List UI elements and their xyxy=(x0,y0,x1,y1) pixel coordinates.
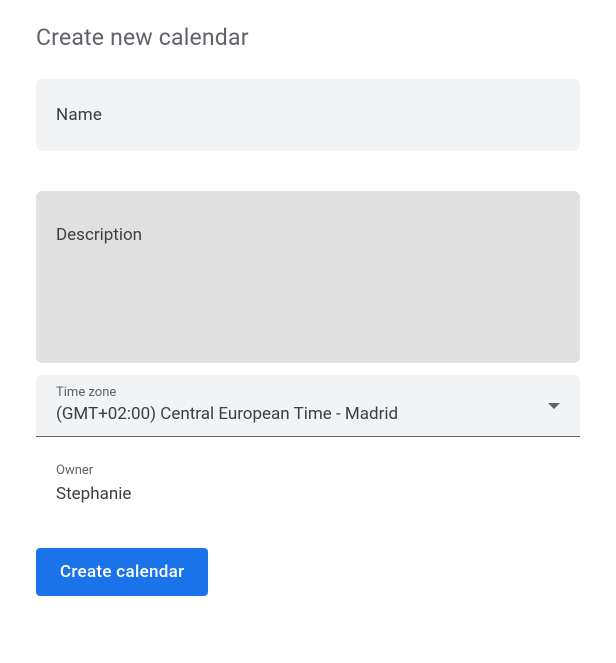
owner-section: Owner Stephanie xyxy=(36,463,580,504)
owner-label: Owner xyxy=(56,463,560,478)
owner-value: Stephanie xyxy=(56,484,560,504)
create-calendar-button[interactable]: Create calendar xyxy=(36,548,208,596)
name-field[interactable]: Name xyxy=(36,79,580,151)
timezone-value: (GMT+02:00) Central European Time - Madr… xyxy=(56,404,560,424)
timezone-label: Time zone xyxy=(56,385,560,400)
dropdown-icon xyxy=(548,403,560,409)
description-label: Description xyxy=(56,225,560,245)
timezone-select[interactable]: Time zone (GMT+02:00) Central European T… xyxy=(36,375,580,437)
name-label: Name xyxy=(56,105,560,125)
page-title: Create new calendar xyxy=(36,24,580,51)
description-field[interactable]: Description xyxy=(36,191,580,363)
